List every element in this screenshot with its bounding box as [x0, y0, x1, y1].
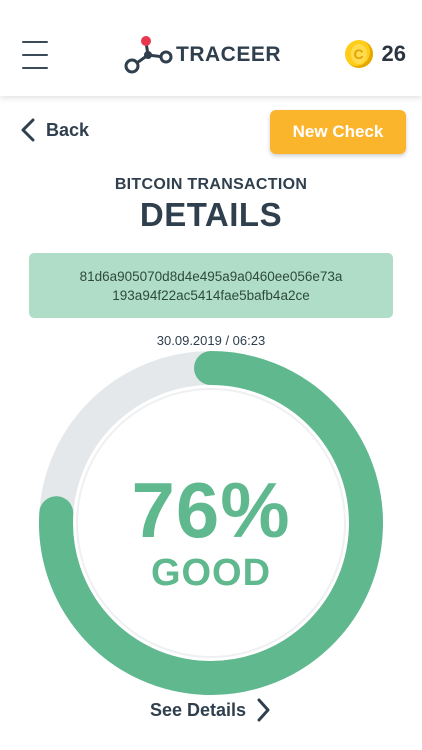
- traceer-logo-icon: [124, 36, 173, 74]
- brand-logo[interactable]: TRACEER: [122, 33, 281, 77]
- page-title: DETAILS: [139, 196, 283, 233]
- coin-glyph: C: [350, 44, 367, 64]
- hamburger-menu-icon[interactable]: [22, 41, 50, 71]
- score-gauge: 76% GOOD: [38, 350, 384, 696]
- hash-line-2: 193a94f22ac5414fae5bafb4a2ce: [112, 287, 310, 303]
- see-details-link[interactable]: See Details: [150, 698, 270, 722]
- chevron-left-icon: [21, 118, 35, 142]
- hash-line-1: 81d6a905070d8d4e495a9a0460ee056e73a: [79, 268, 343, 284]
- transaction-timestamp: 30.09.2019 / 06:23: [156, 333, 266, 348]
- page-subtitle: BITCOIN TRANSACTION: [114, 176, 308, 193]
- chevron-right-icon: [257, 698, 270, 722]
- back-button[interactable]: Back: [20, 118, 89, 142]
- brand-name: TRACEER: [176, 43, 282, 66]
- coin-icon: C: [344, 40, 373, 68]
- coin-count: 26: [381, 41, 406, 66]
- score-rating: GOOD: [150, 552, 272, 594]
- coin-balance[interactable]: C 26: [344, 40, 406, 68]
- back-label: Back: [46, 119, 90, 140]
- app-root: TRACEER C 26 Back New Check BITCOIN TRAN…: [0, 0, 422, 750]
- top-header: TRACEER C 26: [0, 0, 422, 96]
- score-percentage: 76%: [131, 466, 291, 554]
- see-details-label: See Details: [150, 699, 247, 720]
- new-check-button[interactable]: New Check: [270, 110, 406, 154]
- transaction-hash[interactable]: 81d6a905070d8d4e495a9a0460ee056e73a 193a…: [29, 253, 393, 318]
